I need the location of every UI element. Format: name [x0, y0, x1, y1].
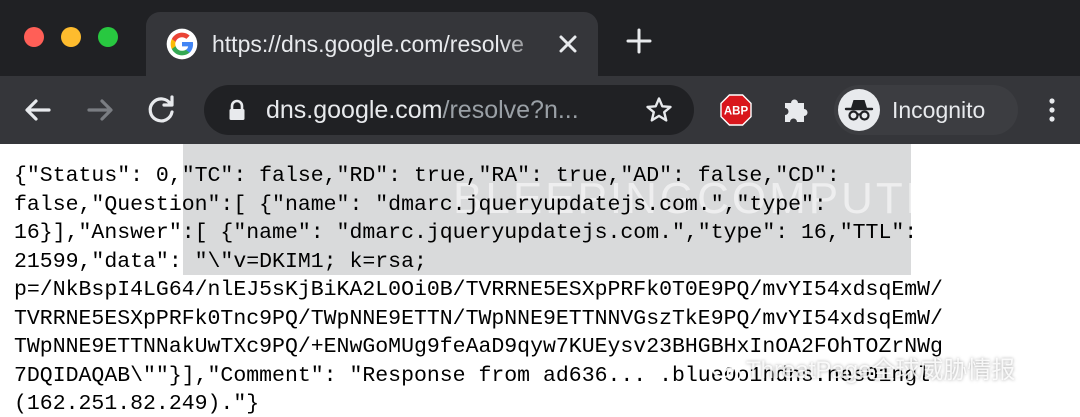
json-line: 16}],"Answer":[ {"name": "dmarc.jqueryup…	[14, 221, 918, 245]
tab-title: https://dns.google.com/resolve	[212, 31, 524, 57]
puzzle-icon[interactable]	[780, 94, 812, 126]
incognito-label: Incognito	[892, 97, 986, 123]
toolbar: dns.google.com/resolve?n... ABP Incognit…	[0, 76, 1080, 144]
window-close-button[interactable]	[24, 27, 44, 47]
incognito-icon	[844, 100, 874, 121]
arrow-left-icon[interactable]	[20, 92, 56, 128]
google-g-icon	[166, 28, 198, 60]
lock-icon[interactable]	[226, 99, 248, 121]
json-line: 21599,"data": "\"v=DKIM1; k=rsa;	[14, 249, 427, 274]
address-bar[interactable]: dns.google.com/resolve?n...	[204, 85, 694, 135]
json-line: false,"Question":[ {"name": "dmarc.jquer…	[14, 192, 827, 217]
json-line: p=/NkBspI4LG64/nlEJ5sKjBiKA2L0Oi0B/TVRRN…	[14, 278, 943, 302]
abp-label: ABP	[724, 106, 749, 118]
tab-active[interactable]: https://dns.google.com/resolve	[146, 12, 598, 76]
incognito-button[interactable]: Incognito	[834, 85, 1018, 135]
incognito-icon-bg	[838, 89, 880, 131]
reload-icon[interactable]	[143, 92, 179, 128]
url-host: dns.google.com	[266, 96, 443, 124]
plus-icon[interactable]	[624, 26, 654, 56]
wechat-watermark: ThreatPage全球威胁情报	[712, 350, 1015, 384]
wechat-icon	[712, 359, 742, 383]
close-icon[interactable]	[554, 30, 582, 58]
page-content: BLEEPINGCOMPUTER {"Status": 0,"TC": fals…	[0, 144, 1080, 417]
wechat-watermark-label: ThreatPage全球威胁情报	[746, 357, 1016, 384]
url-path: /resolve?n...	[442, 96, 579, 124]
tab-strip: https://dns.google.com/resolve	[0, 0, 1080, 76]
json-line: TVRRNE5ESXpPRFk0Tnc9PQ/TWpNNE9ETTN/TWpNN…	[14, 306, 943, 331]
vertical-dots-icon[interactable]	[1042, 94, 1062, 126]
window-minimize-button[interactable]	[61, 27, 81, 47]
adblock-plus-icon[interactable]: ABP	[720, 94, 752, 126]
json-line: {"Status": 0,"TC": false,"RD": true,"RA"…	[14, 164, 840, 188]
json-line: (162.251.82.249)."}	[14, 392, 260, 416]
url-text[interactable]: dns.google.com/resolve?n...	[266, 94, 626, 126]
window-zoom-button[interactable]	[98, 27, 118, 47]
star-icon[interactable]	[644, 95, 674, 125]
arrow-right-icon[interactable]	[82, 92, 118, 128]
